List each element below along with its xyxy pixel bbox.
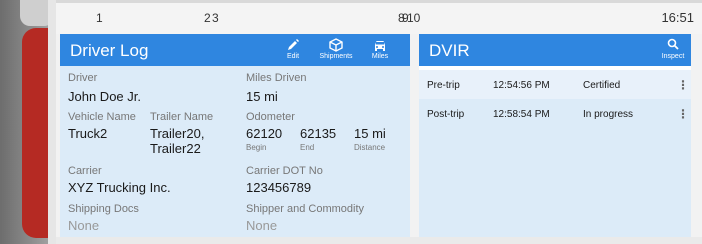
bottom-strip — [56, 237, 702, 244]
status-tick-1: 1 — [96, 11, 103, 25]
odometer-begin-label: Begin — [246, 143, 267, 152]
search-icon — [659, 38, 687, 53]
carrier-label: Carrier — [68, 165, 102, 177]
trailer-value-1: Trailer20, — [150, 126, 205, 141]
carrier-value: XYZ Trucking Inc. — [68, 180, 171, 195]
edit-button[interactable]: Edit — [278, 38, 308, 60]
carrier-dot-label: Carrier DOT No — [246, 165, 323, 177]
status-bar: 1 2 3 8 9 10 16:51 — [56, 0, 702, 34]
dvir-row[interactable]: Pre-trip 12:54:56 PM Certified ⋮ — [419, 70, 691, 101]
miles-button[interactable]: Miles — [366, 38, 394, 60]
trailer-value-2: Trailer22 — [150, 141, 201, 156]
shipper-commodity-label: Shipper and Commodity — [246, 203, 365, 215]
shipments-button[interactable]: Shipments — [314, 38, 358, 60]
more-vert-icon[interactable]: ⋮ — [677, 107, 689, 121]
odometer-distance-value: 15 mi — [354, 126, 386, 141]
odometer-end-label: End — [300, 143, 315, 152]
shipments-button-label: Shipments — [319, 53, 353, 60]
dvir-row-status: In progress — [583, 109, 634, 120]
vehicle-label: Vehicle Name — [68, 111, 136, 123]
miles-button-label: Miles — [371, 53, 389, 60]
dvir-row-time: 12:58:54 PM — [493, 109, 550, 120]
package-icon — [314, 38, 358, 53]
miles-driven-value: 15 mi — [246, 89, 278, 104]
miles-driven-label: Miles Driven — [246, 72, 307, 84]
driver-log-card: Driver Log Edit Shipments Miles Driver J… — [60, 34, 410, 237]
inspect-button-label: Inspect — [661, 53, 685, 60]
more-vert-icon[interactable]: ⋮ — [677, 78, 689, 92]
shipping-docs-value: None — [68, 218, 100, 233]
vehicle-value: Truck2 — [68, 126, 108, 141]
carrier-dot-value: 123456789 — [246, 180, 312, 195]
status-clock: 16:51 — [661, 10, 694, 25]
device-bezel — [48, 0, 56, 244]
inspect-button[interactable]: Inspect — [659, 38, 687, 60]
dvir-title: DVIR — [429, 41, 470, 60]
shipper-commodity-value: None — [246, 218, 278, 233]
dvir-header: DVIR Inspect — [419, 34, 691, 66]
dvir-row[interactable]: Post-trip 12:58:54 PM In progress ⋮ — [419, 99, 691, 130]
dvir-row-status: Certified — [583, 80, 621, 91]
shipping-docs-label: Shipping Docs — [68, 203, 139, 215]
status-bar-line — [56, 0, 702, 3]
car-icon — [366, 38, 394, 53]
odometer-distance-label: Distance — [354, 143, 386, 152]
app-screen: 1 2 3 8 9 10 16:51 Driver Log Edit Shipm… — [56, 0, 702, 244]
dvir-row-time: 12:54:56 PM — [493, 80, 550, 91]
dvir-empty-area — [419, 130, 691, 237]
status-tick-2: 2 — [204, 11, 211, 25]
driver-log-title: Driver Log — [70, 41, 149, 60]
odometer-begin-value: 62120 — [246, 126, 283, 141]
driver-value: John Doe Jr. — [68, 89, 141, 104]
dvir-row-type: Pre-trip — [427, 80, 460, 91]
odometer-label: Odometer — [246, 111, 295, 123]
dvir-card: DVIR Inspect Pre-trip 12:54:56 PM Certif… — [419, 34, 691, 237]
status-tick-10: 10 — [407, 11, 421, 25]
trailer-label: Trailer Name — [150, 111, 214, 123]
odometer-end-value: 62135 — [300, 126, 337, 141]
driver-label: Driver — [68, 72, 98, 84]
status-tick-3: 3 — [212, 11, 219, 25]
dvir-row-type: Post-trip — [427, 109, 465, 120]
edit-button-label: Edit — [286, 53, 300, 60]
driver-log-header: Driver Log Edit Shipments Miles — [60, 34, 410, 66]
pencil-icon — [278, 38, 308, 53]
